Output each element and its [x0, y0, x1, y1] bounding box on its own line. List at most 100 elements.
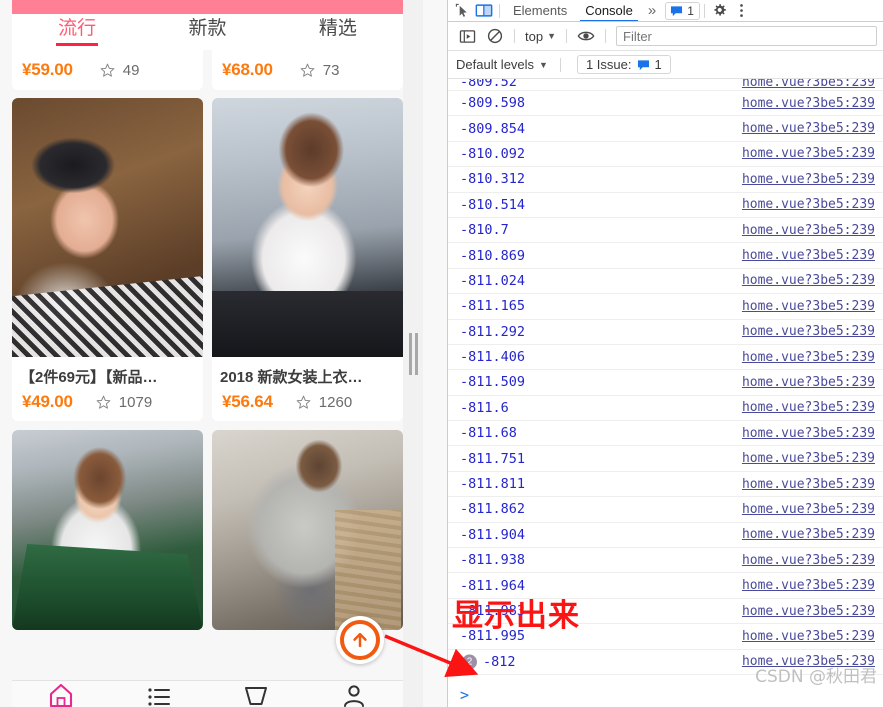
console-source-link[interactable]: home.vue?3be5:239 — [742, 451, 883, 466]
product-card-clipped-1[interactable]: ¥59.00 49 — [12, 50, 203, 90]
console-message-row[interactable]: -811.751home.vue?3be5:239 — [448, 446, 883, 471]
tab-jingxuan[interactable]: 精选 — [273, 14, 403, 40]
console-message-row[interactable]: -811.938home.vue?3be5:239 — [448, 548, 883, 573]
console-message-row[interactable]: -810.312home.vue?3be5:239 — [448, 167, 883, 192]
live-expression-button[interactable] — [573, 25, 599, 47]
console-source-link[interactable]: home.vue?3be5:239 — [742, 197, 883, 212]
product-card[interactable]: 【2件69元】【新品… ¥49.00 1079 — [12, 98, 203, 421]
console-source-link[interactable]: home.vue?3be5:239 — [742, 477, 883, 492]
log-level-label: Default levels — [456, 57, 534, 72]
console-source-link[interactable]: home.vue?3be5:239 — [742, 426, 883, 441]
tab-xinkuan-label: 新款 — [188, 18, 226, 39]
console-source-link[interactable]: home.vue?3be5:239 — [742, 121, 883, 136]
product-grid: 【2件69元】【新品… ¥49.00 1079 2018 新款女装上衣… — [12, 98, 403, 630]
console-source-link[interactable]: home.vue?3be5:239 — [742, 350, 883, 365]
message-count: 1 — [687, 4, 694, 18]
devtools-panel: Elements Console » 1 — [447, 0, 883, 707]
console-message-row[interactable]: -810.869home.vue?3be5:239 — [448, 243, 883, 268]
more-tabs-icon[interactable]: » — [642, 2, 662, 19]
console-message-row[interactable]: -811.862home.vue?3be5:239 — [448, 497, 883, 522]
console-source-link[interactable]: home.vue?3be5:239 — [742, 400, 883, 415]
back-to-top-button[interactable] — [336, 616, 384, 664]
console-source-link[interactable]: home.vue?3be5:239 — [742, 578, 883, 593]
console-source-link[interactable]: home.vue?3be5:239 — [742, 172, 883, 187]
more-options-icon[interactable] — [731, 3, 753, 18]
console-message-row[interactable]: -811.024home.vue?3be5:239 — [448, 269, 883, 294]
favorite-count: 1260 — [319, 394, 352, 411]
console-message-value: -810.312 — [460, 171, 742, 187]
nav-item-category[interactable] — [110, 681, 208, 707]
console-message-row[interactable]: -811.406home.vue?3be5:239 — [448, 345, 883, 370]
nav-item-profile[interactable] — [305, 681, 403, 707]
console-message-value: -812 — [483, 654, 742, 670]
console-prompt[interactable]: > — [448, 682, 883, 707]
issues-button[interactable]: 1 Issue: 1 — [577, 55, 671, 74]
console-source-link[interactable]: home.vue?3be5:239 — [742, 629, 883, 644]
console-message-row[interactable]: -811.68home.vue?3be5:239 — [448, 421, 883, 446]
tab-console-label: Console — [585, 3, 633, 18]
tab-xinkuan[interactable]: 新款 — [142, 14, 272, 40]
console-message-row[interactable]: -811.995home.vue?3be5:239 — [448, 624, 883, 649]
console-source-link[interactable]: home.vue?3be5:239 — [742, 553, 883, 568]
console-message-row[interactable]: -810.092home.vue?3be5:239 — [448, 142, 883, 167]
console-source-link[interactable]: home.vue?3be5:239 — [742, 96, 883, 111]
product-card-clipped-2[interactable]: ¥68.00 73 — [212, 50, 403, 90]
console-source-link[interactable]: home.vue?3be5:239 — [742, 273, 883, 288]
device-emulation-pane: 流行 新款 精选 ¥59.00 49 — [0, 0, 447, 707]
message-count-badge[interactable]: 1 — [665, 2, 700, 20]
console-message-row[interactable]: -811.292home.vue?3be5:239 — [448, 320, 883, 345]
console-message-row[interactable]: 2-812home.vue?3be5:239 — [448, 650, 883, 675]
product-card[interactable]: 2018 新款女装上衣… ¥56.64 1260 — [212, 98, 403, 421]
console-source-link[interactable]: home.vue?3be5:239 — [742, 79, 883, 90]
console-source-link[interactable]: home.vue?3be5:239 — [742, 146, 883, 161]
console-message-row[interactable]: -810.7home.vue?3be5:239 — [448, 218, 883, 243]
console-message-value: -811.024 — [460, 273, 742, 289]
console-message-row[interactable]: -811.509home.vue?3be5:239 — [448, 370, 883, 395]
console-message-list[interactable]: -809.52home.vue?3be5:239-809.598home.vue… — [448, 79, 883, 682]
console-source-link[interactable]: home.vue?3be5:239 — [742, 527, 883, 542]
console-filter-input[interactable] — [616, 26, 877, 46]
console-message-row[interactable]: -811.983home.vue?3be5:239 — [448, 599, 883, 624]
console-message-row[interactable]: -811.904home.vue?3be5:239 — [448, 523, 883, 548]
product-price: ¥56.64 — [222, 392, 273, 412]
console-message-row[interactable]: -811.165home.vue?3be5:239 — [448, 294, 883, 319]
tab-liuxing[interactable]: 流行 — [12, 14, 142, 40]
console-source-link[interactable]: home.vue?3be5:239 — [742, 324, 883, 339]
console-message-row[interactable]: -809.52home.vue?3be5:239 — [448, 79, 883, 91]
console-message-row[interactable]: -811.6home.vue?3be5:239 — [448, 396, 883, 421]
promo-banner — [12, 0, 403, 14]
console-message-row[interactable]: -811.964home.vue?3be5:239 — [448, 573, 883, 598]
console-message-value: -811.6 — [460, 400, 742, 416]
console-message-value: -811.995 — [460, 628, 742, 644]
nav-item-cart[interactable] — [208, 681, 306, 707]
console-source-link[interactable]: home.vue?3be5:239 — [742, 248, 883, 263]
log-level-selector[interactable]: Default levels ▼ — [456, 57, 548, 72]
console-source-link[interactable]: home.vue?3be5:239 — [742, 604, 883, 619]
nav-item-home[interactable] — [12, 681, 110, 707]
console-source-link[interactable]: home.vue?3be5:239 — [742, 223, 883, 238]
devtools-tabbar: Elements Console » 1 — [448, 0, 883, 22]
no-entry-icon — [487, 28, 503, 44]
console-message-row[interactable]: -810.514home.vue?3be5:239 — [448, 193, 883, 218]
product-card[interactable] — [212, 430, 403, 630]
console-sidebar-toggle[interactable] — [454, 25, 480, 47]
execution-context-selector[interactable]: top ▼ — [521, 29, 560, 44]
device-toolbar-icon[interactable] — [473, 3, 495, 18]
tab-console[interactable]: Console — [576, 0, 642, 22]
tab-elements[interactable]: Elements — [504, 0, 576, 22]
console-message-row[interactable]: -809.598home.vue?3be5:239 — [448, 91, 883, 116]
console-source-link[interactable]: home.vue?3be5:239 — [742, 654, 883, 669]
console-message-value: -811.862 — [460, 501, 742, 517]
device-resize-handle[interactable] — [403, 0, 423, 707]
clear-console-button[interactable] — [482, 25, 508, 47]
inspect-element-icon[interactable] — [451, 3, 473, 18]
console-message-value: -809.854 — [460, 121, 742, 137]
console-message-row[interactable]: -809.854home.vue?3be5:239 — [448, 116, 883, 141]
console-message-row[interactable]: -811.811home.vue?3be5:239 — [448, 472, 883, 497]
settings-gear-icon[interactable] — [709, 3, 731, 18]
console-source-link[interactable]: home.vue?3be5:239 — [742, 299, 883, 314]
console-source-link[interactable]: home.vue?3be5:239 — [742, 502, 883, 517]
console-source-link[interactable]: home.vue?3be5:239 — [742, 375, 883, 390]
product-card[interactable] — [12, 430, 203, 630]
back-to-top-ring — [340, 620, 380, 660]
